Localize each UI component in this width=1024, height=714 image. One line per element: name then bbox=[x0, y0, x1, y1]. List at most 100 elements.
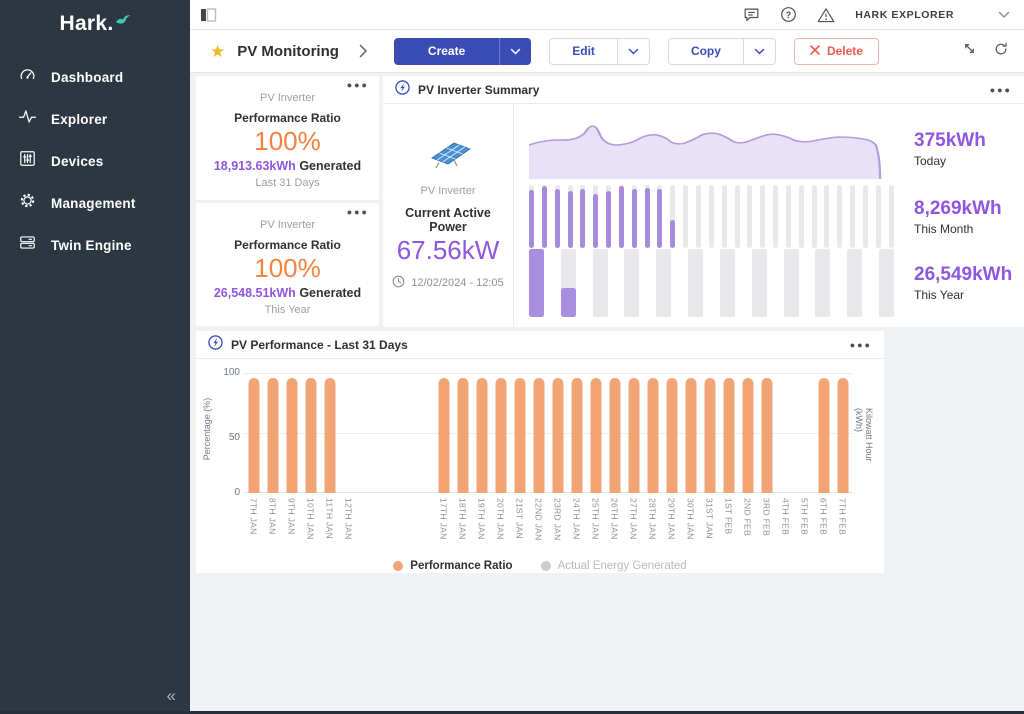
mini-bar bbox=[580, 185, 585, 248]
refresh-icon[interactable] bbox=[994, 42, 1008, 61]
x-tick-label bbox=[358, 498, 377, 554]
bar-slot bbox=[567, 373, 586, 493]
help-icon[interactable]: ? bbox=[780, 6, 797, 23]
x-tick-label: 10TH JAN bbox=[301, 498, 320, 554]
month-label: This Month bbox=[914, 222, 1010, 236]
dashboard-content: ●●● PV Inverter Performance Ratio 100% 1… bbox=[190, 73, 1024, 714]
message-icon[interactable] bbox=[743, 7, 760, 23]
x-tick-label: 22ND JAN bbox=[529, 498, 548, 554]
card-menu-icon[interactable]: ●●● bbox=[850, 340, 872, 350]
inverter-timestamp: 12/02/2024 - 12:05 bbox=[411, 277, 503, 289]
bar-slot bbox=[833, 373, 852, 493]
close-icon bbox=[810, 44, 820, 58]
card-title: PV Performance - Last 31 Days bbox=[231, 338, 408, 352]
inverter-power-value: 67.56kW bbox=[397, 235, 500, 266]
mini-bar bbox=[815, 249, 830, 317]
sidebar-collapse-button[interactable]: « bbox=[167, 686, 176, 706]
sidebar-item-twin-engine[interactable]: Twin Engine bbox=[0, 224, 190, 266]
legend-item-actual-energy[interactable]: Actual Energy Generated bbox=[541, 560, 687, 572]
stat-value: 100% bbox=[196, 253, 379, 284]
mini-bar bbox=[735, 185, 740, 248]
mini-bar bbox=[688, 249, 703, 317]
card-menu-icon[interactable]: ●●● bbox=[347, 207, 369, 217]
star-icon[interactable]: ★ bbox=[210, 43, 225, 60]
warning-icon[interactable] bbox=[817, 7, 835, 23]
x-tick-label: 9TH JAN bbox=[282, 498, 301, 554]
x-tick-label: 17TH JAN bbox=[434, 498, 453, 554]
mini-bar bbox=[683, 185, 688, 248]
bar-slot bbox=[491, 373, 510, 493]
inverter-info: PV Inverter Current Active Power 67.56kW… bbox=[383, 104, 514, 327]
account-menu[interactable]: HARK EXPLORER bbox=[855, 6, 1010, 24]
mini-bar bbox=[568, 185, 573, 248]
sidebar-item-devices[interactable]: Devices bbox=[0, 140, 190, 182]
stat-period: This Year bbox=[196, 304, 379, 316]
legend-label: Actual Energy Generated bbox=[558, 560, 687, 572]
resize-icon[interactable] bbox=[963, 42, 976, 60]
x-tick-label: 31ST JAN bbox=[700, 498, 719, 554]
panel-toggle-icon[interactable] bbox=[200, 8, 218, 22]
performance-bar bbox=[666, 378, 677, 493]
stat-metric: Performance Ratio bbox=[196, 111, 379, 125]
chevron-right-icon[interactable] bbox=[359, 44, 368, 58]
sidebar-item-label: Explorer bbox=[51, 112, 107, 127]
x-axis-labels: 7TH JAN8TH JAN9TH JAN10TH JAN11TH JAN12T… bbox=[244, 498, 852, 554]
bar-slot bbox=[377, 373, 396, 493]
performance-bar bbox=[267, 378, 278, 493]
sidebar: Hark. Dashboard Explorer bbox=[0, 0, 190, 714]
mini-bar bbox=[773, 185, 778, 248]
copy-button[interactable]: Copy bbox=[668, 38, 776, 65]
x-tick-label: 18TH JAN bbox=[453, 498, 472, 554]
mini-bar bbox=[529, 185, 534, 248]
create-dropdown-chevron-icon[interactable] bbox=[499, 38, 531, 65]
x-tick-label bbox=[377, 498, 396, 554]
bar-slot bbox=[814, 373, 833, 493]
bar-slot bbox=[434, 373, 453, 493]
year-bar-chart bbox=[529, 249, 894, 317]
card-menu-icon[interactable]: ●●● bbox=[990, 85, 1012, 95]
x-tick-label: 30TH JAN bbox=[681, 498, 700, 554]
create-button[interactable]: Create bbox=[394, 38, 531, 65]
edit-button[interactable]: Edit bbox=[549, 38, 650, 65]
bar-slot bbox=[339, 373, 358, 493]
month-value: 8,269kWh bbox=[914, 198, 1010, 220]
card-menu-icon[interactable]: ●●● bbox=[347, 80, 369, 90]
bar-slot bbox=[700, 373, 719, 493]
sidebar-item-dashboard[interactable]: Dashboard bbox=[0, 56, 190, 98]
mini-bar bbox=[847, 249, 862, 317]
x-tick-label: 25TH JAN bbox=[586, 498, 605, 554]
sidebar-item-explorer[interactable]: Explorer bbox=[0, 98, 190, 140]
mini-bar bbox=[593, 249, 608, 317]
sidebar-item-management[interactable]: Management bbox=[0, 182, 190, 224]
delete-button[interactable]: Delete bbox=[794, 38, 879, 65]
bar-slot bbox=[472, 373, 491, 493]
year-label: This Year bbox=[914, 288, 1010, 302]
edit-dropdown-chevron-icon[interactable] bbox=[617, 39, 649, 64]
toolbar: ★ PV Monitoring Create Edit Copy bbox=[190, 30, 1024, 73]
mini-bar bbox=[561, 249, 576, 317]
edit-button-label[interactable]: Edit bbox=[550, 39, 617, 64]
stat-generated: 18,913.63kWh Generated bbox=[196, 159, 379, 173]
bar-slot bbox=[719, 373, 738, 493]
bird-icon bbox=[115, 13, 131, 31]
bar-slot bbox=[605, 373, 624, 493]
y-axis-label: Percentage (%) bbox=[202, 398, 212, 461]
performance-bar bbox=[305, 378, 316, 493]
bar-slot bbox=[263, 373, 282, 493]
x-tick-label: 24TH JAN bbox=[567, 498, 586, 554]
y-tick: 0 bbox=[218, 487, 240, 498]
create-button-label[interactable]: Create bbox=[394, 38, 499, 65]
main-area: ? HARK EXPLORER ★ PV Monitoring bbox=[190, 0, 1024, 714]
x-tick-label: 3RD FEB bbox=[757, 498, 776, 554]
legend-label: Performance Ratio bbox=[410, 560, 512, 572]
bar-slot bbox=[244, 373, 263, 493]
inverter-metric: Current Active Power bbox=[389, 206, 507, 234]
bar-slot bbox=[548, 373, 567, 493]
x-tick-label: 7TH JAN bbox=[244, 498, 263, 554]
card-title: PV Inverter Summary bbox=[418, 83, 539, 97]
copy-dropdown-chevron-icon[interactable] bbox=[743, 39, 775, 64]
mini-bar bbox=[824, 185, 829, 248]
copy-button-label[interactable]: Copy bbox=[669, 39, 743, 64]
mini-bar bbox=[863, 185, 868, 248]
legend-item-performance-ratio[interactable]: Performance Ratio bbox=[393, 560, 512, 572]
